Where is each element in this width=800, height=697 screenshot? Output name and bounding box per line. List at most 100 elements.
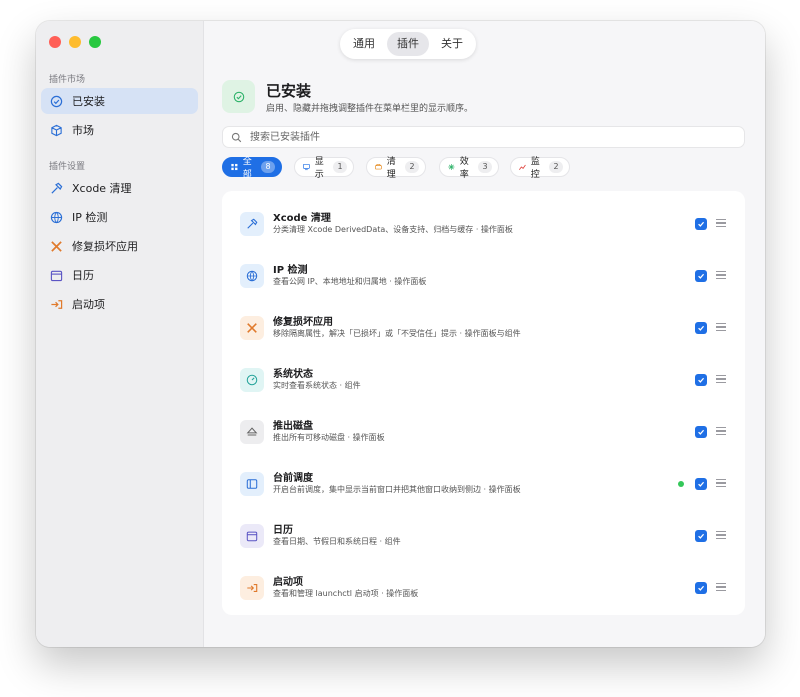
enable-checkbox[interactable]: [695, 426, 707, 438]
plugin-row-ip-check[interactable]: IP 检测 查看公网 IP、本地地址和归属地 · 操作面板: [222, 251, 745, 303]
plugin-description: 移除隔离属性，解决「已损坏」或「不受信任」提示 · 操作面板与组件: [273, 329, 521, 338]
calendar-icon: [240, 524, 264, 548]
eject-icon: [240, 420, 264, 444]
sidebar-section-settings: 插件设置: [49, 162, 86, 172]
sparkle-icon: [448, 163, 455, 171]
sidebar-item-xcode-clean[interactable]: Xcode 清理: [41, 175, 198, 201]
filter-count: 1: [333, 161, 348, 173]
calendar-icon: [50, 270, 63, 281]
enable-checkbox[interactable]: [695, 322, 707, 334]
startup-icon: [51, 299, 63, 309]
drag-handle-icon[interactable]: [716, 531, 726, 539]
drag-handle-icon[interactable]: [716, 375, 726, 383]
plugin-name: 台前调度: [273, 473, 313, 484]
filter-label: 全部: [242, 157, 252, 180]
enable-checkbox[interactable]: [695, 530, 707, 542]
plugin-row-calendar[interactable]: 日历 查看日期、节假日和系统日程 · 组件: [222, 511, 745, 563]
plugin-name: 修复损坏应用: [273, 317, 333, 328]
plugin-row-stage-manager[interactable]: 台前调度 开启台前调度，集中显示当前窗口并把其他窗口收纳到侧边 · 操作面板: [222, 459, 745, 511]
sidebar-item-label: IP 检测: [72, 211, 108, 224]
sidebar-item-ip-check[interactable]: IP 检测: [41, 204, 198, 230]
plugin-description: 开启台前调度，集中显示当前窗口并把其他窗口收纳到侧边 · 操作面板: [273, 485, 521, 494]
drag-handle-icon[interactable]: [716, 323, 726, 331]
tab-plugins[interactable]: 插件: [387, 32, 429, 56]
plugin-row-system-status[interactable]: 系统状态 实时查看系统状态 · 组件: [222, 355, 745, 407]
sidebar: 插件市场 已安装 市场 插件设置 Xcode 清理 IP 检测 修复损坏应用 日…: [36, 21, 204, 647]
sidebar-item-label: 日历: [72, 269, 94, 282]
settings-tab-bar: 通用 插件 关于: [340, 29, 476, 59]
tab-about[interactable]: 关于: [431, 32, 473, 56]
search-box[interactable]: [222, 126, 745, 148]
search-icon: [231, 132, 242, 142]
filter-all-chip[interactable]: 全部 8: [222, 157, 283, 180]
search-input[interactable]: [248, 130, 728, 144]
sidebar-item-label: 市场: [72, 124, 94, 137]
sidebar-item-label: Xcode 清理: [72, 182, 132, 195]
drag-handle-icon[interactable]: [716, 583, 726, 591]
filter-display-chip[interactable]: 显示 1: [294, 157, 355, 180]
plugin-name: 系统状态: [273, 369, 313, 380]
sidebar-item-repair-app[interactable]: 修复损坏应用: [41, 233, 198, 259]
plugin-row-repair-app[interactable]: 修复损坏应用 移除隔离属性，解决「已损坏」或「不受信任」提示 · 操作面板与组件: [222, 303, 745, 355]
filter-label: 效率: [459, 157, 469, 180]
drive-icon: [375, 163, 382, 170]
filter-count: 2: [549, 161, 564, 173]
globe-icon: [50, 211, 63, 223]
cube-icon: [51, 124, 62, 136]
plugin-name: Xcode 清理: [273, 213, 331, 224]
grid-icon: [231, 163, 238, 171]
plugin-description: 推出所有可移动磁盘 · 操作面板: [273, 433, 385, 442]
filter-count: 3: [478, 161, 493, 173]
plugin-row-eject-disk[interactable]: 推出磁盘 推出所有可移动磁盘 · 操作面板: [222, 407, 745, 459]
check-circle-icon: [50, 95, 63, 107]
stage-icon: [240, 472, 264, 496]
hammer-icon: [51, 182, 63, 194]
filter-label: 监控: [530, 157, 540, 180]
filter-clean-chip[interactable]: 清理 2: [366, 157, 427, 180]
check-circle-icon: [233, 91, 244, 102]
settings-window: 插件市场 已安装 市场 插件设置 Xcode 清理 IP 检测 修复损坏应用 日…: [36, 21, 765, 647]
tab-general[interactable]: 通用: [343, 32, 385, 56]
filter-count: 8: [261, 161, 276, 173]
sidebar-item-startup[interactable]: 启动项: [41, 291, 198, 317]
display-icon: [303, 163, 310, 171]
enable-checkbox[interactable]: [695, 374, 707, 386]
startup-icon: [240, 576, 264, 600]
chart-icon: [519, 164, 526, 170]
sidebar-item-market[interactable]: 市场: [41, 117, 198, 143]
page-subtitle: 启用、隐藏并拖拽调整插件在菜单栏里的显示顺序。: [266, 104, 474, 114]
drag-handle-icon[interactable]: [716, 427, 726, 435]
filter-efficiency-chip[interactable]: 效率 3: [439, 157, 500, 180]
enable-checkbox[interactable]: [695, 582, 707, 594]
sidebar-item-installed[interactable]: 已安装: [41, 88, 198, 114]
enable-checkbox[interactable]: [695, 478, 707, 490]
sidebar-item-calendar[interactable]: 日历: [41, 262, 198, 288]
installed-header-icon: [222, 80, 255, 113]
filter-label: 显示: [314, 157, 324, 180]
globe-icon: [240, 264, 264, 288]
plugin-row-startup[interactable]: 启动项 查看和管理 launchctl 启动项 · 操作面板: [222, 563, 745, 615]
plugin-name: 日历: [273, 525, 293, 536]
enable-checkbox[interactable]: [695, 218, 707, 230]
plugin-list: Xcode 清理 分类清理 Xcode DerivedData、设备支持、归档与…: [222, 191, 745, 615]
enable-checkbox[interactable]: [695, 270, 707, 282]
sidebar-item-label: 已安装: [72, 95, 105, 108]
gauge-icon: [240, 368, 264, 392]
hammer-icon: [240, 212, 264, 236]
plugin-description: 查看公网 IP、本地地址和归属地 · 操作面板: [273, 277, 427, 286]
sidebar-item-label: 修复损坏应用: [72, 240, 138, 253]
sidebar-section-market: 插件市场: [49, 75, 86, 85]
plugin-row-xcode-clean[interactable]: Xcode 清理 分类清理 Xcode DerivedData、设备支持、归档与…: [222, 199, 745, 251]
filter-monitor-chip[interactable]: 监控 2: [510, 157, 571, 180]
plugin-description: 查看日期、节假日和系统日程 · 组件: [273, 537, 401, 546]
drag-handle-icon[interactable]: [716, 219, 726, 227]
drag-handle-icon[interactable]: [716, 479, 726, 487]
page-title: 已安装: [266, 82, 312, 100]
drag-handle-icon[interactable]: [716, 271, 726, 279]
tools-icon: [240, 316, 264, 340]
plugin-name: IP 检测: [273, 265, 308, 276]
sidebar-item-label: 启动项: [72, 298, 105, 311]
plugin-name: 推出磁盘: [273, 421, 313, 432]
plugin-description: 查看和管理 launchctl 启动项 · 操作面板: [273, 589, 419, 598]
plugin-name: 启动项: [273, 577, 303, 588]
